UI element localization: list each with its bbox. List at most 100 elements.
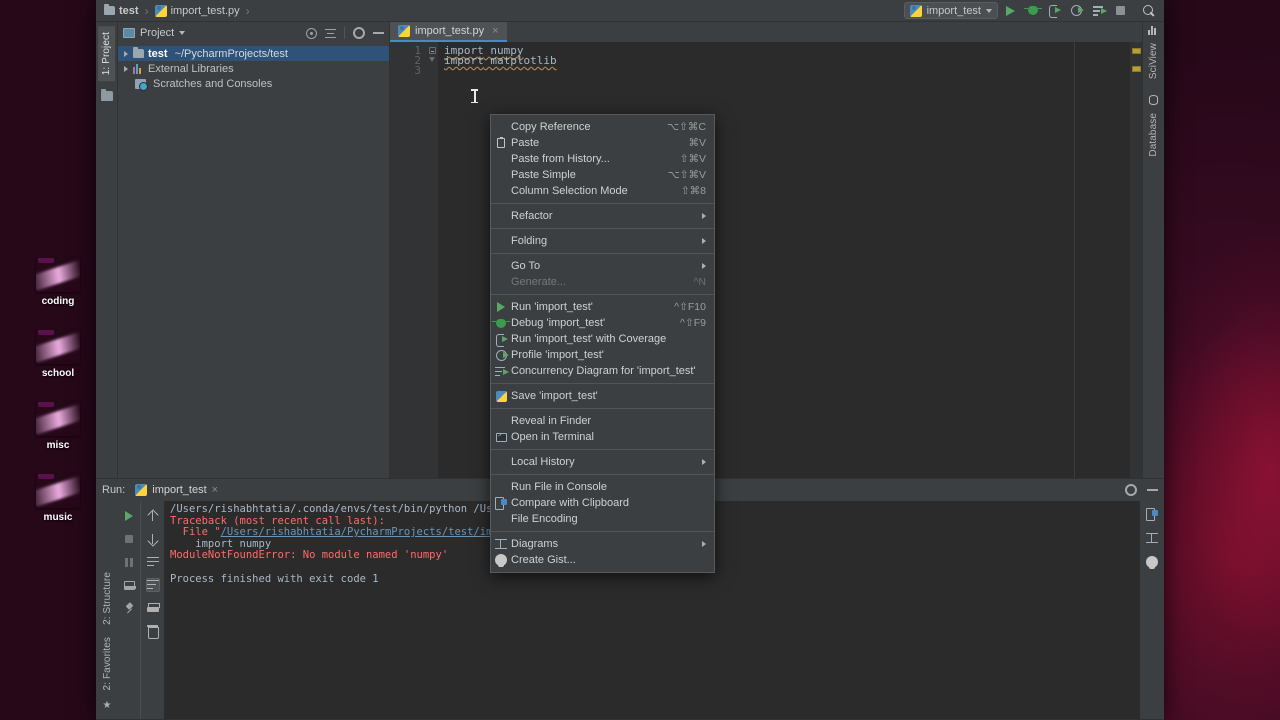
run-button[interactable]	[1001, 1, 1020, 20]
sidebar-item-sciview[interactable]: SciView	[1145, 37, 1162, 85]
breadcrumb-file[interactable]: import_test.py	[153, 4, 242, 17]
menu-item-debug-import-test[interactable]: Debug 'import_test' ^⇧F9	[491, 315, 714, 331]
layout-settings-button[interactable]	[122, 578, 136, 592]
menu-item-label: Paste	[511, 137, 540, 149]
concurrency-diagram-button[interactable]	[1089, 1, 1108, 20]
expand-arrow-icon[interactable]	[124, 50, 128, 57]
desktop-icon-misc[interactable]: misc	[26, 402, 90, 451]
menu-item-local-history[interactable]: Local History	[491, 454, 714, 470]
stop-button[interactable]	[1111, 1, 1130, 20]
compare-clipboard-button[interactable]	[1145, 507, 1159, 521]
breadcrumb-test[interactable]: test	[96, 4, 141, 17]
run-configuration-selector[interactable]: import_test	[903, 2, 998, 19]
menu-item-run-file-in-console[interactable]: Run File in Console	[491, 479, 714, 495]
menu-item-shortcut: ⌘V	[688, 137, 706, 149]
menu-item-run-import-test[interactable]: Run 'import_test' ^⇧F10	[491, 299, 714, 315]
close-icon[interactable]: ×	[212, 484, 218, 496]
diagram-icon	[1146, 533, 1158, 543]
warning-marker[interactable]	[1132, 66, 1141, 72]
menu-item-file-encoding[interactable]: File Encoding	[491, 511, 714, 527]
concurrency-icon	[1092, 5, 1107, 16]
clipboard-icon	[497, 137, 505, 148]
fold-marker-icon[interactable]	[429, 57, 435, 62]
menu-item-paste-from-history[interactable]: Paste from History... ⇧⌘V	[491, 151, 714, 167]
tree-item-label: Scratches and Consoles	[153, 77, 273, 90]
menu-item-create-gist[interactable]: Create Gist...	[491, 552, 714, 568]
gear-icon[interactable]	[1125, 484, 1137, 496]
diagrams-button[interactable]	[1145, 531, 1159, 545]
menu-item-go-to[interactable]: Go To	[491, 258, 714, 274]
create-gist-button[interactable]	[1145, 555, 1159, 569]
debug-icon	[492, 318, 510, 328]
menu-item-label: Diagrams	[511, 538, 559, 550]
desktop-icon-school[interactable]: school	[26, 330, 90, 379]
menu-item-run-import-test-with-coverage[interactable]: Run 'import_test' with Coverage	[491, 331, 714, 347]
debug-button[interactable]	[1023, 1, 1042, 20]
menu-item-label: Copy Reference	[511, 121, 591, 133]
menu-item-profile-import-test[interactable]: Profile 'import_test'	[491, 347, 714, 363]
warning-marker[interactable]	[1132, 48, 1141, 54]
editor-tab-strip: import_test.py ×	[390, 22, 1142, 42]
menu-item-copy-reference[interactable]: Copy Reference ⌥⇧⌘C	[491, 119, 714, 135]
down-stacktrace-button[interactable]	[146, 532, 160, 546]
menu-item-refactor[interactable]: Refactor	[491, 208, 714, 224]
menu-item-compare-with-clipboard[interactable]: Compare with Clipboard	[491, 495, 714, 511]
editor-tab-label: import_test.py	[415, 25, 485, 37]
tree-item-external-libraries[interactable]: External Libraries	[118, 61, 389, 76]
hide-panel-icon[interactable]	[1147, 489, 1158, 491]
star-icon: ★	[102, 700, 112, 711]
search-everywhere-button[interactable]	[1139, 1, 1158, 20]
up-stacktrace-button[interactable]	[146, 509, 160, 523]
submenu-arrow-icon	[702, 459, 706, 465]
close-icon[interactable]: ×	[492, 25, 498, 37]
error-stripe-marker-column[interactable]	[1130, 42, 1142, 478]
tree-item-label: External Libraries	[148, 62, 234, 75]
scroll-from-source-icon[interactable]	[306, 27, 317, 39]
menu-item-folding[interactable]: Folding	[491, 233, 714, 249]
menu-item-diagrams[interactable]: Diagrams	[491, 536, 714, 552]
bottom-tool-rail: 2: Structure 2: Favorites ★	[96, 501, 118, 719]
gear-icon[interactable]	[353, 27, 365, 39]
sidebar-item-favorites[interactable]: 2: Favorites	[99, 631, 116, 696]
folder-icon	[104, 4, 115, 15]
menu-item-label: Local History	[511, 456, 575, 468]
chevron-down-icon[interactable]	[179, 31, 186, 35]
fold-marker-icon[interactable]	[428, 47, 436, 54]
menu-item-concurrency-diagram-for-import-test[interactable]: Concurrency Diagram for 'import_test'	[491, 363, 714, 379]
menu-item-open-in-terminal[interactable]: Open in Terminal	[491, 429, 714, 445]
menu-item-column-selection-mode[interactable]: Column Selection Mode ⇧⌘8	[491, 183, 714, 199]
stop-icon	[1116, 6, 1125, 15]
print-button[interactable]	[146, 601, 160, 615]
profile-button[interactable]	[1067, 1, 1086, 20]
stop-process-button[interactable]	[122, 532, 136, 546]
desktop-icon-music[interactable]: music	[26, 474, 90, 523]
sidebar-item-database[interactable]: Database	[1145, 107, 1162, 163]
layout-icon	[123, 580, 136, 590]
clear-all-button[interactable]	[146, 624, 160, 639]
tree-item-scratches[interactable]: Scratches and Consoles	[118, 76, 389, 91]
scroll-to-end-button[interactable]	[145, 578, 160, 592]
menu-item-paste-simple[interactable]: Paste Simple ⌥⇧⌘V	[491, 167, 714, 183]
text-cursor	[471, 88, 478, 104]
run-tab-import-test[interactable]: import_test ×	[131, 482, 222, 498]
menu-item-reveal-in-finder[interactable]: Reveal in Finder	[491, 413, 714, 429]
tree-item-test[interactable]: test ~/PycharmProjects/test	[118, 46, 389, 61]
code-folding-column[interactable]	[426, 42, 438, 478]
desktop-icon-coding[interactable]: coding	[26, 258, 90, 307]
soft-wrap-button[interactable]	[146, 555, 160, 569]
pin-tab-button[interactable]	[122, 601, 136, 615]
menu-item-paste[interactable]: Paste ⌘V	[491, 135, 714, 151]
pause-output-button[interactable]	[122, 555, 136, 569]
menu-separator	[491, 253, 714, 254]
run-with-coverage-button[interactable]	[1045, 1, 1064, 20]
sidebar-item-project[interactable]: 1: Project	[98, 26, 115, 82]
hide-panel-icon[interactable]	[373, 32, 384, 34]
folder-icon	[100, 89, 113, 102]
collapse-all-icon[interactable]	[325, 28, 336, 39]
rerun-button[interactable]	[122, 509, 136, 523]
editor-tab-import-test[interactable]: import_test.py ×	[390, 22, 507, 42]
sidebar-item-structure[interactable]: 2: Structure	[99, 566, 116, 631]
menu-item-label: Paste Simple	[511, 169, 576, 181]
menu-item-save-import-test[interactable]: Save 'import_test'	[491, 388, 714, 404]
expand-arrow-icon[interactable]	[124, 65, 128, 72]
